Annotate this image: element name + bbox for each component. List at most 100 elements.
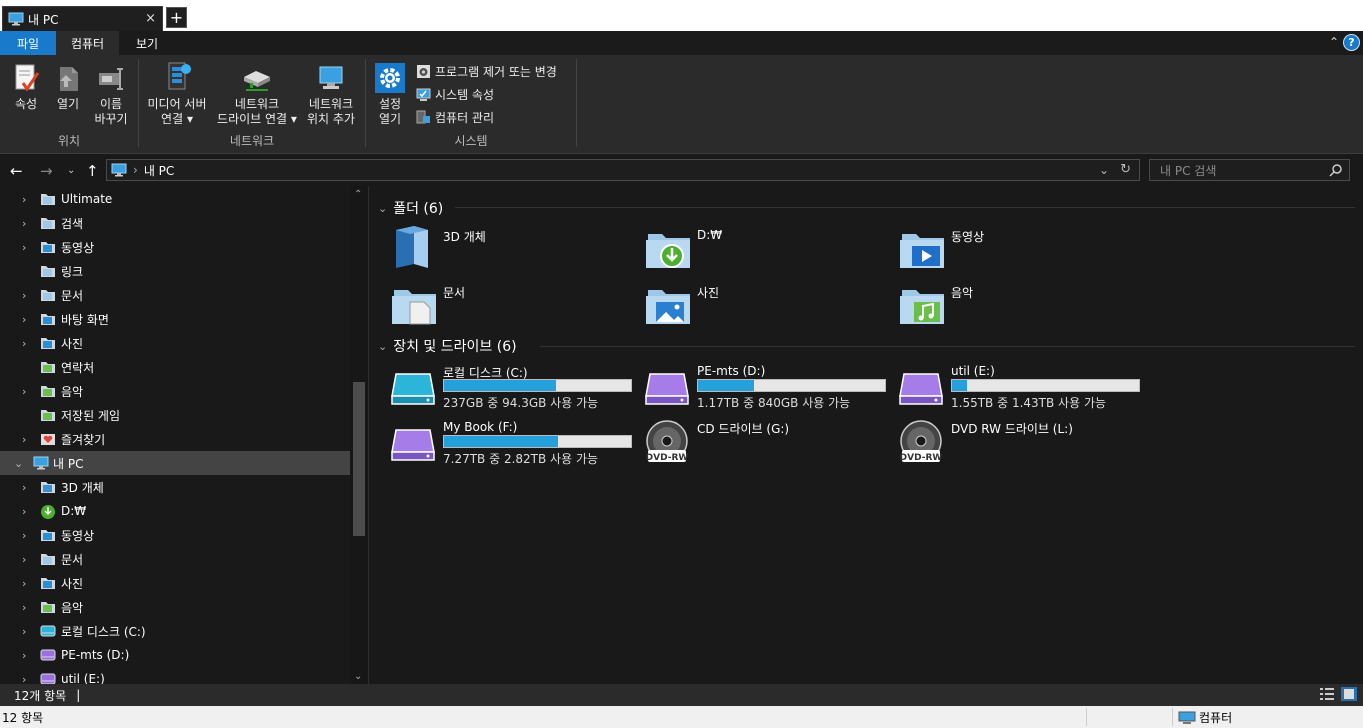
ribbon: 속성 열기 이름 바꾸기 위치 미디어 서버 연결 ▾ 네트워크 드라이브 연결… bbox=[0, 55, 1363, 154]
address-field[interactable]: › 내 PC ⌄ ↻ bbox=[106, 159, 1140, 181]
add-location-label-1: 네트워크 bbox=[308, 97, 354, 111]
expand-chevron-icon[interactable]: › bbox=[22, 313, 26, 326]
rename-button[interactable]: 이름 바꾸기 bbox=[92, 63, 130, 127]
expand-chevron-icon[interactable]: › bbox=[22, 529, 26, 542]
drives-group-header[interactable]: ⌄ 장치 및 드라이브 (6) bbox=[378, 336, 517, 356]
system-properties-button[interactable]: 시스템 속성 bbox=[416, 86, 494, 103]
nav-item[interactable]: › 로컬 디스크 (C:) bbox=[0, 619, 350, 643]
expand-chevron-icon[interactable]: › bbox=[22, 337, 26, 350]
open-settings-button[interactable]: 설정 열기 bbox=[372, 63, 408, 127]
collapse-ribbon-icon[interactable]: ⌃ bbox=[1329, 35, 1339, 49]
expand-chevron-icon[interactable]: › bbox=[22, 193, 26, 206]
pic-icon bbox=[40, 336, 56, 350]
nav-item[interactable]: ⌄ 내 PC bbox=[0, 451, 350, 475]
nav-item[interactable]: › 3D 개체 bbox=[0, 475, 350, 499]
new-tab-button[interactable]: + bbox=[166, 7, 187, 28]
scroll-thumb[interactable] bbox=[353, 382, 365, 536]
nav-item[interactable]: › 음악 bbox=[0, 379, 350, 403]
collapse-chevron-icon[interactable]: ⌄ bbox=[378, 202, 387, 215]
nav-item[interactable]: › 사진 bbox=[0, 571, 350, 595]
open-button[interactable]: 열기 bbox=[52, 63, 84, 112]
folder-item[interactable]: 사진 bbox=[644, 278, 884, 330]
scroll-up-icon[interactable]: ⌃ bbox=[354, 189, 362, 200]
help-icon[interactable]: ? bbox=[1343, 34, 1360, 51]
nav-scrollbar[interactable]: ⌃ ⌄ bbox=[350, 186, 368, 684]
address-bar-row: ← → ⌄ ↑ › 내 PC ⌄ ↻ 내 PC 검색 bbox=[0, 154, 1363, 186]
group-network-label: 네트워크 bbox=[229, 134, 275, 148]
tab-my-pc[interactable]: 내 PC × bbox=[2, 6, 163, 31]
scroll-down-icon[interactable]: ⌄ bbox=[354, 671, 362, 682]
nav-item[interactable]: › Ultimate bbox=[0, 187, 350, 211]
breadcrumb-my-pc[interactable]: 내 PC bbox=[144, 162, 174, 179]
tab-computer[interactable]: 컴퓨터 bbox=[56, 31, 119, 55]
nav-item[interactable]: › 즐겨찾기 bbox=[0, 427, 350, 451]
folder-item[interactable]: 동영상 bbox=[898, 222, 1138, 274]
map-drive-button[interactable]: 네트워크 드라이브 연결 ▾ bbox=[212, 61, 302, 127]
nav-item[interactable]: › 검색 bbox=[0, 211, 350, 235]
nav-item[interactable]: › 음악 bbox=[0, 595, 350, 619]
folder-item[interactable]: 음악 bbox=[898, 278, 1138, 330]
nav-item[interactable]: › util (E:) bbox=[0, 667, 350, 684]
expand-chevron-icon[interactable]: › bbox=[22, 505, 26, 518]
drive-item[interactable]: DVD-RW DVD RW 드라이브 (L:) bbox=[898, 420, 1148, 470]
nav-item[interactable]: › 문서 bbox=[0, 283, 350, 307]
music-icon bbox=[40, 384, 56, 398]
expand-chevron-icon[interactable]: › bbox=[22, 553, 26, 566]
recent-chevron-icon[interactable]: ⌄ bbox=[67, 165, 75, 176]
nav-item[interactable]: › 문서 bbox=[0, 547, 350, 571]
collapse-chevron-icon[interactable]: ⌄ bbox=[378, 340, 387, 353]
expand-chevron-icon[interactable]: › bbox=[22, 217, 26, 230]
nav-item-label: Ultimate bbox=[61, 192, 113, 206]
add-network-location-button[interactable]: 네트워크 위치 추가 bbox=[303, 61, 359, 127]
nav-item[interactable]: › PE-mts (D:) bbox=[0, 643, 350, 667]
back-arrow-icon[interactable]: ← bbox=[10, 162, 23, 180]
expand-chevron-icon[interactable]: › bbox=[22, 385, 26, 398]
details-view-icon[interactable] bbox=[1319, 687, 1335, 701]
nav-item[interactable]: 링크 bbox=[0, 259, 350, 283]
expand-chevron-icon[interactable]: › bbox=[22, 481, 26, 494]
large-icons-view-icon[interactable] bbox=[1341, 687, 1357, 701]
expand-chevron-icon[interactable]: › bbox=[22, 625, 26, 638]
expand-chevron-icon[interactable]: › bbox=[22, 601, 26, 614]
tab-file[interactable]: 파일 bbox=[0, 31, 56, 55]
pc-icon bbox=[33, 456, 49, 470]
media-server-button[interactable]: 미디어 서버 연결 ▾ bbox=[143, 61, 211, 127]
folder-item[interactable]: D:₩ bbox=[644, 222, 884, 274]
nav-item[interactable]: › 바탕 화면 bbox=[0, 307, 350, 331]
folders-group-header[interactable]: ⌄ 폴더 (6) bbox=[378, 198, 443, 218]
drive-item[interactable]: My Book (F:) 7.27TB 중 2.82TB 사용 가능 bbox=[390, 420, 640, 470]
search-input[interactable]: 내 PC 검색 bbox=[1149, 159, 1350, 181]
folder-item[interactable]: 문서 bbox=[390, 278, 630, 330]
expand-chevron-icon[interactable]: › bbox=[22, 433, 26, 446]
close-icon[interactable]: × bbox=[145, 11, 156, 26]
nav-item[interactable]: › 사진 bbox=[0, 331, 350, 355]
nav-item[interactable]: › 동영상 bbox=[0, 523, 350, 547]
group-divider bbox=[576, 59, 577, 147]
drive-item[interactable]: DVD-RW CD 드라이브 (G:) bbox=[644, 420, 894, 470]
drive-item[interactable]: 로컬 디스크 (C:) 237GB 중 94.3GB 사용 가능 bbox=[390, 364, 640, 414]
uninstall-programs-button[interactable]: 프로그램 제거 또는 변경 bbox=[416, 63, 557, 80]
folder-item[interactable]: 3D 개체 bbox=[390, 222, 630, 274]
nav-item[interactable]: 저장된 게임 bbox=[0, 403, 350, 427]
drive-item[interactable]: util (E:) 1.55TB 중 1.43TB 사용 가능 bbox=[898, 364, 1148, 414]
nav-item[interactable]: 연락처 bbox=[0, 355, 350, 379]
address-dropdown-icon[interactable]: ⌄ bbox=[1099, 163, 1109, 177]
navigation-pane[interactable]: › Ultimate › 검색 › 동영상 링크 › 문서 › 바탕 화면 › 사진 연락처 › 음악 저장된 … bbox=[0, 186, 369, 684]
nav-item[interactable]: › 동영상 bbox=[0, 235, 350, 259]
expand-chevron-icon[interactable]: › bbox=[22, 241, 26, 254]
expand-chevron-icon[interactable]: ⌄ bbox=[14, 457, 23, 470]
nav-item-label: 링크 bbox=[61, 264, 84, 279]
drive-item[interactable]: PE-mts (D:) 1.17TB 중 840GB 사용 가능 bbox=[644, 364, 894, 414]
expand-chevron-icon[interactable]: › bbox=[22, 649, 26, 662]
nav-item[interactable]: › D:₩ bbox=[0, 499, 350, 523]
properties-label: 속성 bbox=[14, 97, 38, 111]
refresh-icon[interactable]: ↻ bbox=[1120, 162, 1131, 177]
tab-view[interactable]: 보기 bbox=[119, 31, 175, 55]
expand-chevron-icon[interactable]: › bbox=[22, 289, 26, 302]
up-arrow-icon[interactable]: ↑ bbox=[86, 162, 99, 180]
forward-arrow-icon[interactable]: → bbox=[40, 162, 53, 180]
computer-management-button[interactable]: 컴퓨터 관리 bbox=[416, 109, 494, 126]
expand-chevron-icon[interactable]: › bbox=[22, 577, 26, 590]
properties-button[interactable]: 속성 bbox=[10, 63, 42, 112]
expand-chevron-icon[interactable]: › bbox=[22, 673, 26, 685]
